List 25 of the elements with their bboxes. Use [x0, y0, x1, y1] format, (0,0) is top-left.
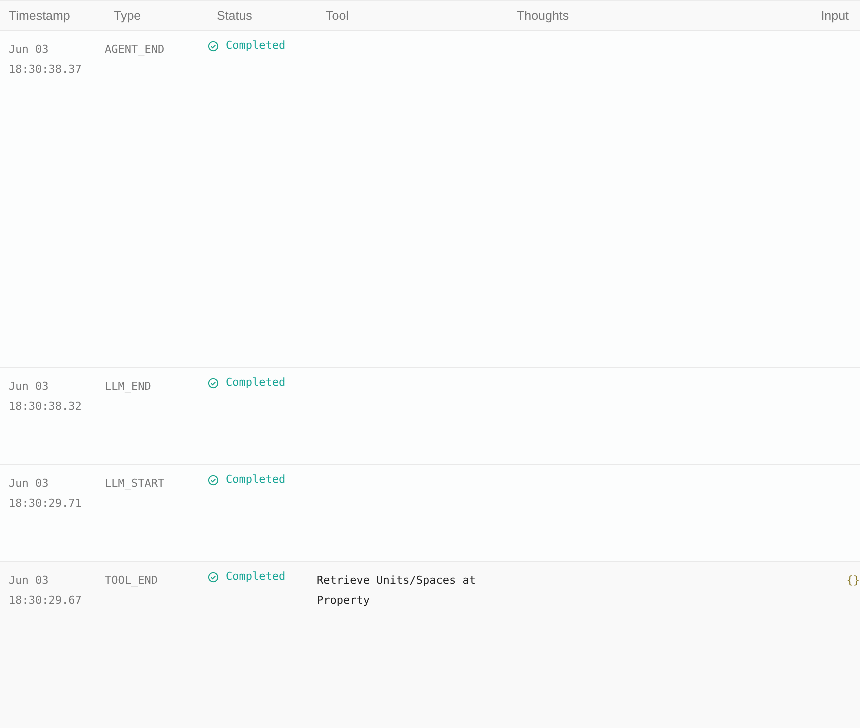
input-value: {}: [846, 574, 860, 587]
status-text: Completed: [226, 38, 286, 54]
check-circle-icon: [208, 474, 219, 486]
event-type: TOOL_END: [105, 574, 158, 587]
column-header: Thoughts: [516, 8, 570, 22]
column-header: Input: [820, 8, 850, 22]
check-circle-icon: [208, 572, 219, 582]
event-type: LLM_END: [105, 380, 152, 393]
column-header: Timestamp: [8, 8, 72, 22]
timestamp-text: Jun 03 18:30:29.67: [9, 574, 82, 607]
table-row[interactable]: Jun 03 18:30:29.67 TOOL_END Completed Retrieve Units/Spaces at Property {}: [0, 562, 860, 728]
column-header: Type: [113, 8, 142, 22]
event-type: AGENT_END: [105, 43, 165, 56]
timestamp-text: Jun 03 18:30:38.37: [9, 43, 82, 76]
check-circle-icon: [208, 378, 219, 388]
tool-name: Retrieve Units/Spaces at Property: [317, 574, 476, 607]
status-text: Completed: [226, 569, 286, 585]
column-header: Status: [216, 8, 254, 22]
status-text: Completed: [226, 472, 286, 488]
check-circle-icon: [208, 40, 219, 52]
event-type: LLM_START: [105, 477, 165, 490]
timestamp-text: Jun 03 18:30:29.71: [9, 477, 82, 510]
status-text: Completed: [226, 375, 286, 391]
column-header: Tool: [325, 8, 350, 22]
timestamp-text: Jun 03 18:30:38.32: [9, 380, 82, 413]
